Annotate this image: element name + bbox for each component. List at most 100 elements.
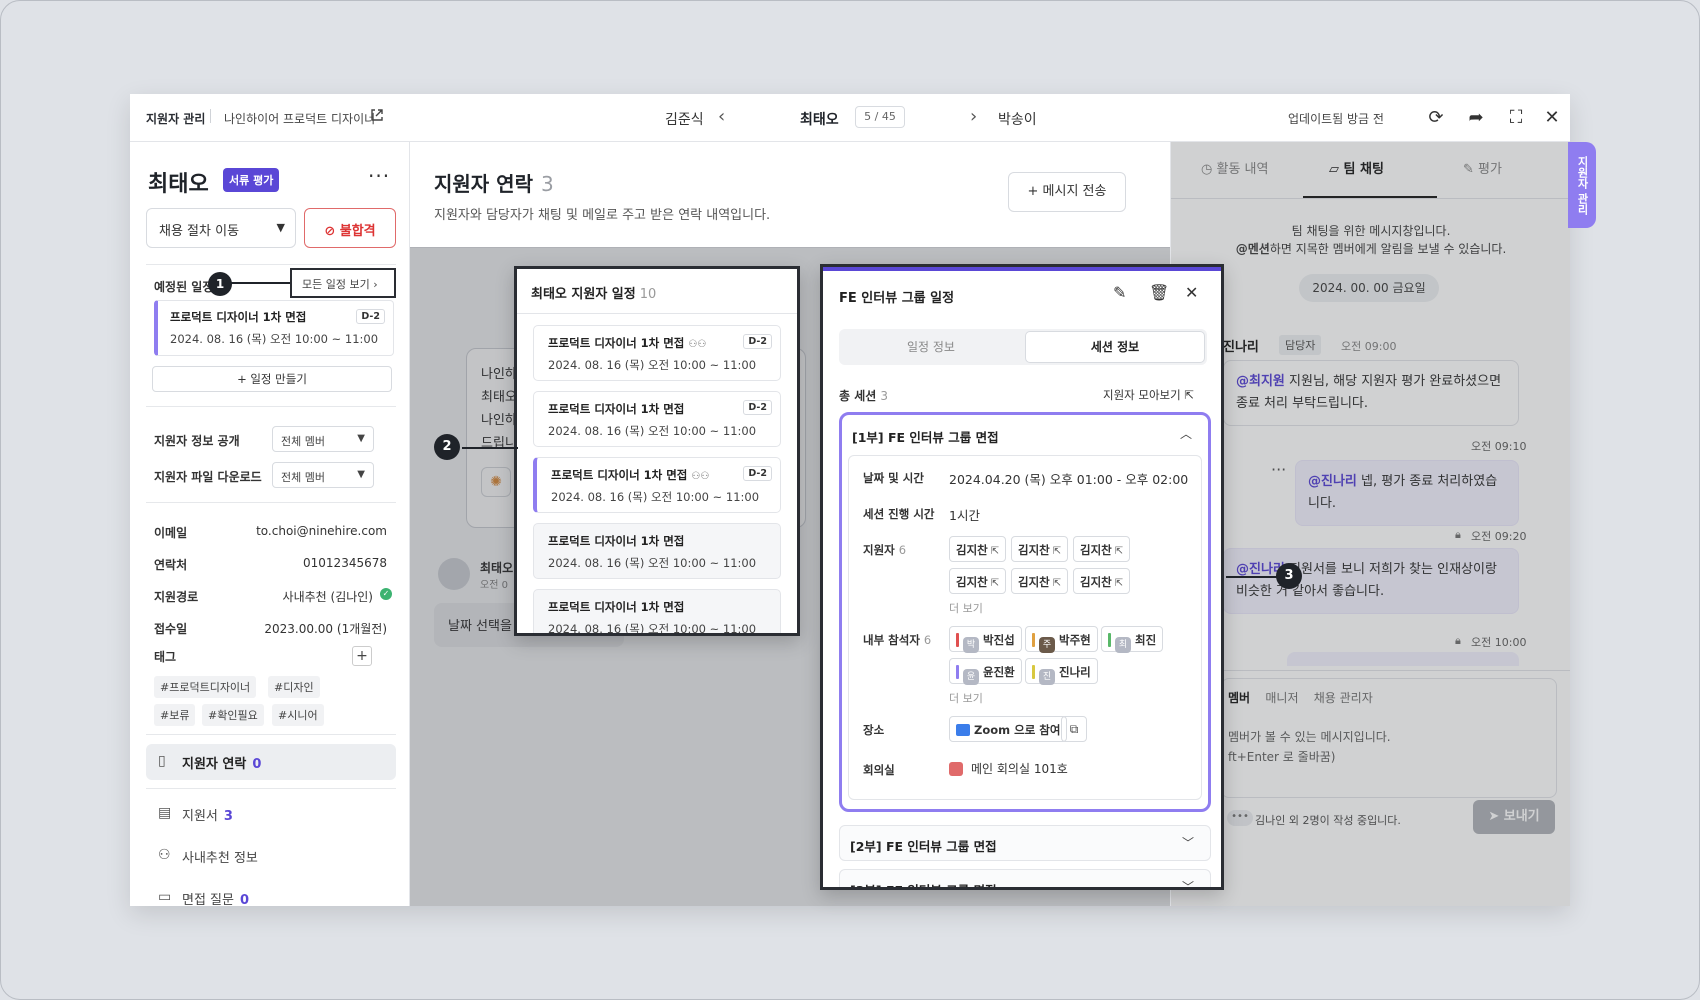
schedule-item-title-text: 프로덕트 디자이너 1차 면접 (548, 336, 685, 350)
applicant-chip[interactable]: 김지찬 ⇱ (949, 536, 1007, 562)
tag-chip[interactable]: #프로덕트디자이너 (154, 676, 257, 698)
participant-chip[interactable]: 주 박주현 (1025, 626, 1098, 653)
popup-accent-bar (823, 267, 1221, 271)
pencil-icon[interactable]: ✎ (1113, 283, 1126, 302)
applicant-chip[interactable]: 김지찬 ⇱ (1073, 536, 1131, 562)
tag-chip[interactable]: #확인필요 (202, 704, 264, 726)
participant-chip[interactable]: 윤 윤진환 (949, 658, 1022, 685)
participants-label-text: 내부 참석자 (863, 633, 920, 647)
stage-move-select[interactable]: 채용 절차 이동 ▼ (146, 208, 296, 248)
refresh-icon[interactable]: ⟳ (1424, 106, 1448, 130)
schedule-item-past[interactable]: 프로덕트 디자이너 1차 면접 2024. 08. 16 (목) 오전 10:0… (533, 589, 781, 633)
add-tag-icon[interactable]: + (352, 646, 372, 666)
source-value: 사내추천 (김나인) (282, 590, 373, 604)
room-value: 메인 회의실 101호 (949, 760, 1068, 777)
schedule-item[interactable]: 프로덕트 디자이너 1차 면접 2024. 08. 16 (목) 오전 10:0… (533, 391, 781, 447)
session-title[interactable]: [1부] FE 인터뷰 그룹 면접 (852, 427, 999, 446)
callout-line (230, 282, 290, 284)
contact-description: 지원자와 담당자가 채팅 및 메일로 주고 받은 연락 내역입니다. (434, 208, 771, 223)
all-schedules-button[interactable]: 모든 일정 보기 › (290, 268, 396, 298)
nav-referral-info[interactable]: ⚇ 사내추천 정보 (146, 838, 396, 874)
info-public-value: 전체 멤버 (281, 435, 325, 448)
applicant-chip[interactable]: 김지찬 ⇱ (1011, 536, 1069, 562)
external-link-icon[interactable] (370, 108, 384, 122)
modal-overlay (1171, 142, 1570, 906)
applicants-label: 지원자 6 (863, 542, 906, 558)
callout-line (462, 447, 518, 449)
more-participants-link[interactable]: 더 보기 (949, 690, 983, 706)
applicant-chip-name: 김지찬 (956, 575, 988, 589)
question-card-icon: ▭ (158, 889, 172, 905)
upcoming-schedule-title: 예정된 일정 (154, 280, 214, 294)
nav-applicant-contact[interactable]: ▯ 지원자 연락 0 (146, 744, 396, 780)
breadcrumb-applicants[interactable]: 지원자 관리 (146, 110, 205, 127)
session-title: [3부] FE 인터뷰 그룹 면접 (850, 880, 997, 887)
close-icon[interactable]: ✕ (1540, 106, 1564, 130)
stage-badge: 서류 평가 (223, 168, 280, 192)
schedule-item-selected[interactable]: 프로덕트 디자이너 1차 면접 ⚇⚇ 2024. 08. 16 (목) 오전 1… (533, 457, 781, 513)
clipboard-icon: ▤ (158, 805, 172, 821)
more-applicants-link[interactable]: 더 보기 (949, 600, 983, 616)
info-public-select[interactable]: 전체 멤버 ▼ (272, 426, 374, 452)
applicant-chip[interactable]: 김지찬 ⇱ (1073, 568, 1131, 594)
schedule-item-time: 2024. 08. 16 (목) 오전 10:00 ~ 11:00 (548, 424, 757, 438)
nav-count: 0 (252, 757, 262, 772)
total-sessions-count: 3 (880, 389, 888, 403)
applicant-chip[interactable]: 김지찬 ⇱ (1011, 568, 1069, 594)
file-download-label: 지원자 파일 다운로드 (154, 470, 262, 484)
applicant-chip-name: 김지찬 (1080, 543, 1112, 557)
nav-application[interactable]: ▤ 지원서 3 (146, 796, 396, 832)
session-3-card[interactable]: [3부] FE 인터뷰 그룹 면접 ﹀ (839, 869, 1211, 887)
participant-chip[interactable]: 박 박진섭 (949, 626, 1022, 653)
participant-chip[interactable]: 진 진나리 (1025, 658, 1098, 685)
send-message-button[interactable]: + 메시지 전송 (1008, 172, 1126, 212)
applicant-chip[interactable]: 김지찬 ⇱ (949, 568, 1007, 594)
file-download-select[interactable]: 전체 멤버 ▼ (272, 462, 374, 488)
applicant-name: 최태오 (148, 172, 209, 197)
users-icon: ⚇ (158, 847, 171, 863)
next-applicant-name[interactable]: 박송이 (998, 109, 1037, 129)
schedule-card[interactable]: 프로덕트 디자이너 1차 면접 2024. 08. 16 (목) 오전 10:0… (154, 300, 394, 356)
prev-applicant-name[interactable]: 김준식 (665, 109, 704, 129)
participant-color-bar (956, 665, 959, 679)
fullscreen-icon[interactable]: ⛶ (1504, 106, 1528, 130)
participant-chip[interactable]: 최 최진 (1101, 626, 1164, 653)
tag-chip[interactable]: #시니어 (272, 704, 324, 726)
contact-title-text: 지원자 연락 (434, 172, 533, 196)
schedule-item[interactable]: 프로덕트 디자이너 1차 면접 ⚇⚇ 2024. 08. 16 (목) 오전 1… (533, 325, 781, 381)
participant-name: 윤진환 (983, 665, 1015, 679)
chevron-up-icon[interactable]: ︿ (1180, 425, 1192, 442)
session-2-card[interactable]: [2부] FE 인터뷰 그룹 면접 ﹀ (839, 825, 1211, 861)
reject-button[interactable]: ⊘ 불합격 (304, 208, 396, 248)
tag-chip[interactable]: #디자인 (268, 676, 320, 698)
more-options-icon[interactable]: ··· (368, 164, 390, 188)
participant-name: 진나리 (1059, 665, 1091, 679)
chevron-right-icon[interactable]: › (970, 106, 977, 127)
chevron-left-icon[interactable]: ‹ (718, 106, 725, 127)
share-icon[interactable]: ➦ (1464, 106, 1488, 130)
applicant-management-side-tab[interactable]: 지원자 관리 (1568, 142, 1596, 228)
chevron-down-icon[interactable]: ﹀ (1182, 834, 1194, 851)
tab-schedule-info[interactable]: 일정 정보 (839, 329, 1023, 365)
datetime-label: 날짜 및 시간 (863, 471, 924, 485)
schedule-card-time: 2024. 08. 16 (목) 오전 10:00 ~ 11:00 (170, 332, 379, 346)
zoom-join-button[interactable]: Zoom 으로 참여 (949, 716, 1068, 742)
copy-icon[interactable]: ⧉ (1061, 716, 1087, 742)
collect-applicants-link[interactable]: 지원자 모아보기 ⇱ (1103, 387, 1194, 403)
close-icon[interactable]: ✕ (1185, 283, 1198, 302)
email-value[interactable]: to.choi@ninehire.com (256, 524, 387, 538)
email-label: 이메일 (154, 526, 188, 540)
nav-interview-questions[interactable]: ▭ 면접 질문 0 (146, 880, 396, 906)
nav-label: 사내추천 정보 (182, 851, 258, 866)
tag-chip[interactable]: #보류 (154, 704, 196, 726)
schedule-item-past[interactable]: 프로덕트 디자이너 1차 면접 2024. 08. 16 (목) 오전 10:0… (533, 523, 781, 579)
divider (146, 406, 396, 407)
dday-badge: D-2 (743, 334, 772, 349)
create-schedule-button[interactable]: + 일정 만들기 (152, 366, 392, 392)
participant-color-bar (956, 633, 959, 647)
breadcrumb-job[interactable]: 나인하이어 프로덕트 디자이너 (224, 110, 375, 127)
chevron-down-icon[interactable]: ﹀ (1182, 878, 1194, 887)
tab-session-info[interactable]: 세션 정보 (1025, 331, 1205, 363)
divider (146, 734, 396, 735)
trash-icon[interactable]: 🗑︎ (1149, 283, 1169, 302)
